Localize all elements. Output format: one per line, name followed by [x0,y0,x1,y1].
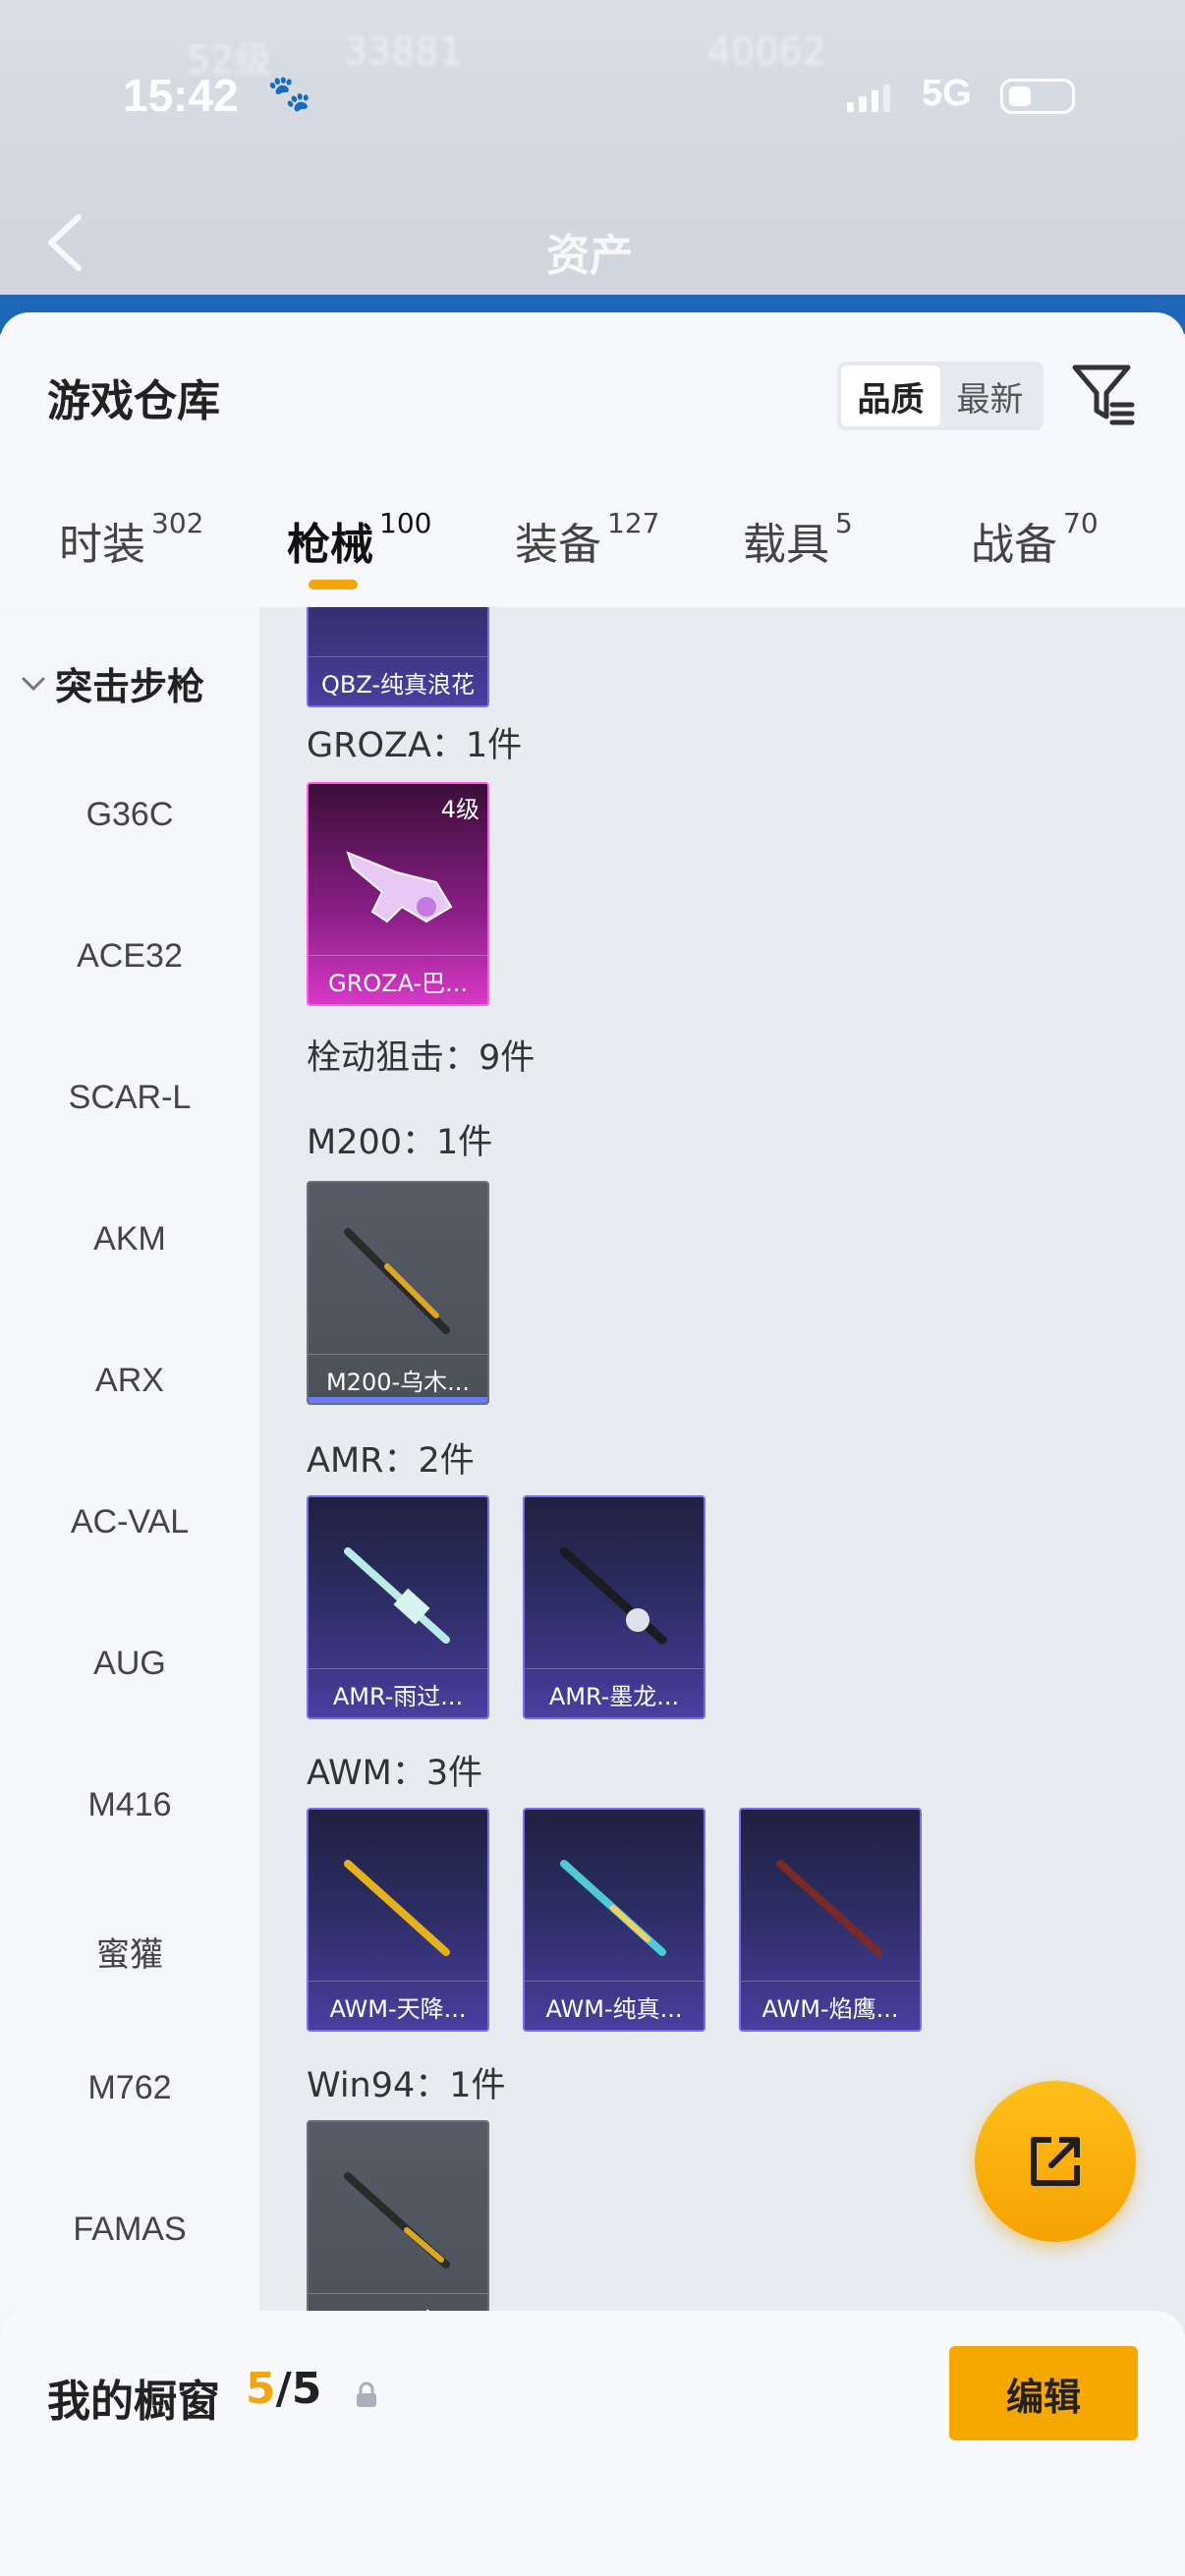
nav-item-aug[interactable]: AUG [0,1645,259,1683]
showcase-bar: 我的橱窗 5/5 编辑 [0,2311,1185,2576]
rifle-icon [346,851,453,924]
network-type: 5G [922,73,972,114]
battery-icon [1000,79,1075,114]
nav-item-honey-badger[interactable]: 蜜獾 [0,1928,259,1976]
tab-equipment[interactable]: 装备 127 [515,507,660,597]
tab-label: 载具 [743,520,829,570]
showcase-count: 5/5 [246,2364,321,2414]
sheet-header: 游戏仓库 品质 最新 时装 302 枪械 100 装备 127 载具 5 战备 … [0,312,1185,607]
nav-item-m416[interactable]: M416 [0,1786,259,1824]
sniper-icon [559,1546,667,1645]
status-bar: 15:42 🐾 5G [0,61,1185,130]
section-label-bolt-action: 栓动狙击：9件 [307,1038,536,1078]
weapon-name: GROZA-巴... [309,955,487,998]
nav-group-label: 突击步枪 [55,665,205,708]
nav-item-akm[interactable]: AKM [0,1220,259,1259]
showcase-title: 我的橱窗 [47,2377,220,2427]
filter-icon[interactable] [1069,360,1138,428]
tab-supplies[interactable]: 战备 70 [971,507,1099,597]
chevron-down-icon [22,677,45,691]
nav-item-ace32[interactable]: ACE32 [0,937,259,976]
nav-group-assault-rifles[interactable]: 突击步枪 [20,656,204,710]
edit-button[interactable]: 编辑 [949,2346,1138,2440]
share-icon [1031,2137,1080,2186]
section-label-awm: AWM：3件 [307,1754,483,1793]
nav-item-ac-val[interactable]: AC-VAL [0,1503,259,1541]
weapon-name: AWM-天降... [309,1981,487,2024]
tab-count: 100 [379,507,432,539]
tab-fashion[interactable]: 时装 302 [59,507,204,597]
weapon-card-qbz[interactable]: QBZ-纯真浪花 [307,607,489,707]
showcase-count-total: /5 [275,2364,322,2414]
sniper-icon [344,1228,450,1334]
rifle-icon [344,2172,450,2268]
tab-count: 302 [151,507,204,539]
tab-count: 127 [607,507,660,539]
section-label-groza: GROZA：1件 [307,726,523,765]
weapon-card-amr-2[interactable]: AMR-墨龙... [523,1495,705,1719]
sort-quality-option[interactable]: 品质 [841,365,940,426]
page-title: 资产 [546,231,633,281]
tab-count: 70 [1063,507,1099,539]
weapon-name: AMR-雨过... [309,1668,487,1711]
weapon-card-awm-1[interactable]: AWM-天降... [307,1808,489,2032]
tab-vehicles[interactable]: 载具 5 [743,507,853,597]
showcase-count-current: 5 [246,2364,276,2414]
sheet-title: 游戏仓库 [47,376,220,426]
back-icon[interactable] [41,211,100,280]
status-time: 15:42 [123,70,239,121]
paw-icon: 🐾 [267,74,311,114]
category-tabs: 时装 302 枪械 100 装备 127 载具 5 战备 70 [0,507,1185,607]
weapon-card-amr-1[interactable]: AMR-雨过... [307,1495,489,1719]
sniper-icon [344,1860,450,1956]
share-button[interactable] [975,2081,1136,2242]
section-label-m200: M200：1件 [307,1123,493,1162]
nav-item-g36c[interactable]: G36C [0,796,259,834]
weapon-card-groza[interactable]: 4级 GROZA-巴... [307,782,489,1006]
nav-item-m762[interactable]: M762 [0,2069,259,2107]
lock-icon [357,2381,376,2407]
tab-label: 枪械 [287,520,373,570]
signal-icon [847,83,890,112]
nav-item-scar-l[interactable]: SCAR-L [0,1079,259,1117]
weapon-name: QBZ-纯真浪花 [309,656,487,700]
nav-item-famas[interactable]: FAMAS [0,2211,259,2249]
nav-item-arx[interactable]: ARX [0,1362,259,1400]
tab-label: 装备 [515,520,601,570]
tab-label: 时装 [59,520,145,570]
weapon-card-awm-2[interactable]: AWM-纯真... [523,1808,705,2032]
sniper-icon [776,1860,882,1956]
sniper-icon [560,1860,666,1956]
active-tab-indicator [309,580,358,589]
weapon-name: M200-乌木... [309,1354,487,1397]
warehouse-sheet: 游戏仓库 品质 最新 时装 302 枪械 100 装备 127 载具 5 战备 … [0,312,1185,2576]
weapon-card-m200[interactable]: M200-乌木... [307,1181,489,1405]
sort-toggle: 品质 最新 [837,362,1044,430]
sort-newest-option[interactable]: 最新 [940,365,1040,426]
weapon-name: AWM-纯真... [525,1981,704,2024]
weapon-name: AWM-焰鹰... [741,1981,920,2024]
tab-label: 战备 [971,520,1057,570]
weapon-card-awm-3[interactable]: AWM-焰鹰... [739,1808,922,2032]
weapon-type-nav: 突击步枪 G36C ACE32 SCAR-L AKM ARX AC-VAL AU… [0,607,259,2346]
section-label-win94: Win94：1件 [307,2066,506,2105]
tab-count: 5 [835,507,853,539]
sniper-icon [344,1547,450,1644]
section-label-amr: AMR：2件 [307,1441,475,1481]
weapon-name: AMR-墨龙... [525,1668,704,1711]
